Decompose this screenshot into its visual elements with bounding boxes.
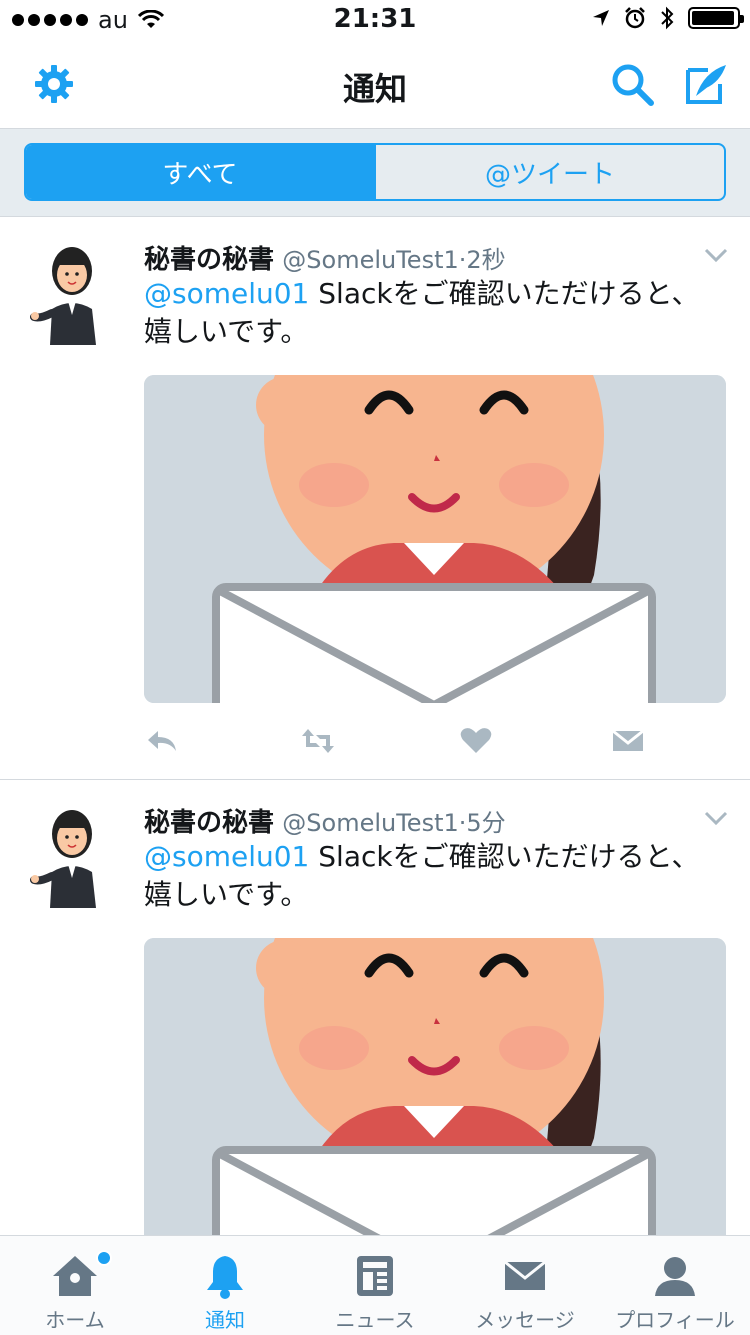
battery-icon [688, 7, 744, 29]
tweet-image[interactable] [144, 375, 726, 703]
chevron-down-icon[interactable] [704, 810, 728, 826]
tab-label: プロフィール [615, 1308, 735, 1332]
tweet-text: @somelu01 Slackをご確認いただけると、嬉しいです。 [144, 838, 714, 914]
tweet-mention[interactable]: @somelu01 [144, 277, 309, 310]
tweet-header: 秘書の秘書 @SomeluTest1·2秒 [144, 239, 506, 276]
reply-icon[interactable] [144, 725, 180, 757]
home-icon [53, 1256, 97, 1296]
tab-home[interactable]: ホーム [0, 1236, 150, 1335]
tweet-actions [144, 725, 664, 765]
tab-all[interactable]: すべて [26, 145, 374, 199]
compose-icon[interactable] [684, 62, 728, 106]
direct-message-icon[interactable] [610, 725, 646, 757]
tweet-mention[interactable]: @somelu01 [144, 840, 309, 873]
nav-bar: 通知 [0, 40, 750, 129]
bell-icon [207, 1256, 243, 1299]
tweet-image[interactable] [144, 938, 726, 1235]
tab-label: メッセージ [475, 1308, 575, 1332]
segmented-control: すべて @ツイート [24, 143, 726, 201]
tab-profile[interactable]: プロフィール [600, 1236, 750, 1335]
news-icon [357, 1256, 393, 1296]
notification-dot [96, 1250, 112, 1266]
like-icon[interactable] [458, 725, 494, 757]
envelope-icon [504, 1260, 546, 1290]
avatar[interactable] [30, 241, 106, 345]
tweet-item[interactable]: 秘書の秘書 @SomeluTest1·5分 @somelu01 Slackをご確… [0, 780, 750, 1235]
tweet-header: 秘書の秘書 @SomeluTest1·5分 [144, 802, 506, 839]
battery-fill [692, 11, 734, 25]
location-arrow-icon [593, 10, 609, 26]
illustration-image [144, 938, 726, 1235]
status-bar: au 21:31 [0, 0, 750, 40]
tweet-time: 2秒 [466, 246, 506, 274]
status-right [592, 6, 744, 30]
retweet-icon[interactable] [300, 725, 336, 757]
illustration-image [144, 375, 726, 703]
tab-label: ニュース [335, 1308, 415, 1332]
tab-news[interactable]: ニュース [300, 1236, 450, 1335]
tweet-author-handle: @SomeluTest1 [282, 246, 459, 274]
tweet-author-name[interactable]: 秘書の秘書 [144, 245, 274, 275]
tab-label: ホーム [45, 1308, 105, 1332]
tweet-author-handle: @SomeluTest1 [282, 809, 459, 837]
tab-notifications[interactable]: 通知 [150, 1236, 300, 1335]
avatar[interactable] [30, 804, 106, 908]
tab-label: 通知 [205, 1308, 245, 1332]
segment-area: すべて @ツイート [0, 129, 750, 217]
tweet-text: @somelu01 Slackをご確認いただけると、嬉しいです。 [144, 275, 714, 351]
bluetooth-icon [661, 6, 674, 30]
chevron-down-icon[interactable] [704, 247, 728, 263]
tweet-author-name[interactable]: 秘書の秘書 [144, 808, 274, 838]
tweet-time: 5分 [466, 809, 506, 837]
profile-icon [655, 1257, 695, 1296]
search-icon[interactable] [610, 62, 654, 106]
tweet-item[interactable]: 秘書の秘書 @SomeluTest1·2秒 @somelu01 Slackをご確… [0, 217, 750, 780]
alarm-icon [625, 7, 645, 29]
tab-messages[interactable]: メッセージ [450, 1236, 600, 1335]
tab-bar: ホーム 通知 ニュース メッセージ プロフィール [0, 1235, 750, 1335]
tab-mentions[interactable]: @ツイート [374, 145, 724, 199]
